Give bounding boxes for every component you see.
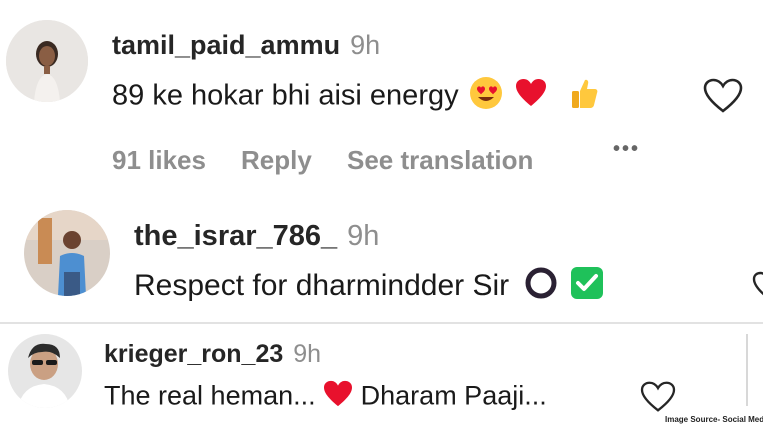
comment-text: The real heman... Dharam Paaji... (104, 380, 547, 415)
avatar-photo (8, 334, 82, 408)
like-heart-icon[interactable] (703, 78, 743, 119)
avatar[interactable] (8, 334, 82, 408)
comment-username[interactable]: krieger_ron_23 9h (104, 340, 321, 369)
hollow-circle-icon (524, 266, 558, 308)
red-heart-icon (515, 78, 547, 116)
see-translation-button[interactable]: See translation (347, 145, 533, 176)
likes-count[interactable]: 91 likes (112, 145, 206, 176)
comment-username[interactable]: the_israr_786_ 9h (134, 220, 379, 253)
reply-button[interactable]: Reply (241, 145, 312, 176)
red-heart-icon (323, 380, 353, 415)
avatar-photo (24, 210, 110, 296)
username-text[interactable]: krieger_ron_23 (104, 340, 283, 368)
username-text[interactable]: tamil_paid_ammu (112, 30, 340, 60)
heart-eyes-emoji-icon (469, 76, 503, 118)
comment-body: 89 ke hokar bhi aisi energy (112, 79, 459, 112)
comment-username[interactable]: tamil_paid_ammu 9h (112, 30, 380, 61)
image-source-watermark: Image Source- Social Media (665, 415, 763, 424)
avatar[interactable] (24, 210, 110, 296)
comment-time: 9h (350, 30, 381, 60)
more-options-icon[interactable]: ••• (613, 138, 640, 161)
comment-body: The real heman... (104, 380, 316, 411)
comment-body: Respect for dharmindder Sir (134, 268, 510, 302)
comment-text: Respect for dharmindder Sir (134, 266, 604, 308)
frame-edge-line (746, 334, 748, 406)
like-heart-icon[interactable] (640, 381, 676, 418)
comment-body-continued: Dharam Paaji... (360, 380, 547, 411)
comment-time: 9h (347, 220, 380, 252)
avatar-photo (6, 20, 88, 102)
check-mark-button-icon (570, 266, 604, 308)
username-text[interactable]: the_israr_786_ (134, 220, 337, 252)
avatar[interactable] (6, 20, 88, 102)
like-heart-icon[interactable] (752, 270, 763, 300)
comment-time: 9h (293, 340, 322, 368)
thumbs-up-icon (569, 77, 599, 117)
comment-text: 89 ke hokar bhi aisi energy (112, 76, 599, 118)
divider (0, 322, 763, 324)
